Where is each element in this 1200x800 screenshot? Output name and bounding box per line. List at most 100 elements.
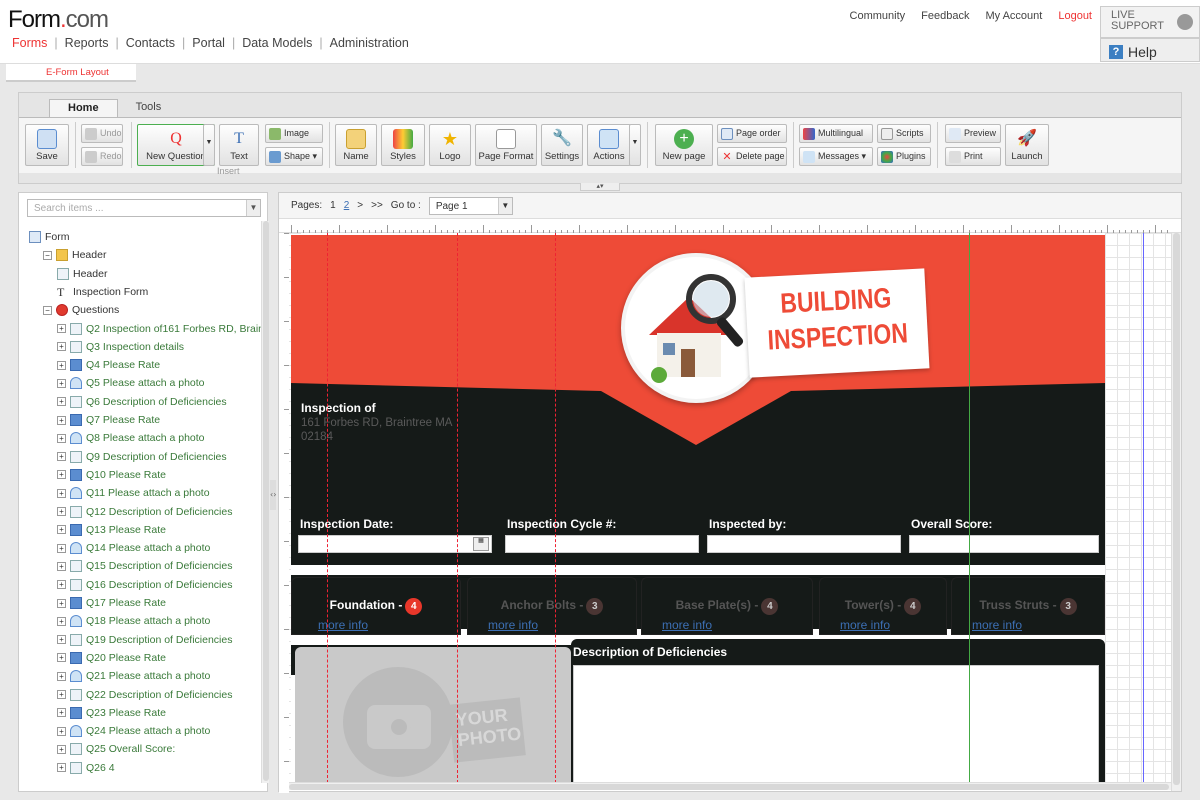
actions-dropdown[interactable]: ▼ (629, 124, 641, 166)
expand-icon[interactable]: + (57, 488, 66, 498)
tree-item-question[interactable]: + Q4 Please Rate (57, 357, 160, 373)
page-link-2[interactable]: 2 (344, 200, 350, 211)
breadcrumb[interactable]: E-Form Layout (6, 64, 136, 82)
expand-icon[interactable]: + (57, 763, 66, 773)
page-order-button[interactable]: Page order (717, 124, 787, 143)
tree-item-question[interactable]: + Q6 Description of Deficiencies (57, 394, 227, 410)
tree-node-questions[interactable]: − Questions (43, 302, 119, 318)
expand-icon[interactable]: + (57, 324, 66, 333)
description-textarea[interactable] (573, 665, 1099, 783)
panel-splitter[interactable]: ‹› (270, 480, 276, 510)
expand-icon[interactable]: + (57, 635, 66, 645)
feedback-link[interactable]: Feedback (921, 10, 969, 22)
sidebar-scrollbar[interactable] (261, 221, 269, 783)
category-tab-anchor-bolts[interactable]: Anchor Bolts -3 more info (467, 577, 637, 635)
chevron-down-icon[interactable]: ▼ (246, 200, 260, 216)
tree-item-question[interactable]: + Q8 Please attach a photo (57, 430, 205, 446)
search-input[interactable]: Search items ... ▼ (27, 199, 261, 217)
preview-button[interactable]: Preview (945, 124, 1001, 143)
category-tab-tower-s[interactable]: Tower(s) -4 more info (819, 577, 947, 635)
redo-button[interactable]: Redo (81, 147, 123, 166)
nav-administration[interactable]: Administration (323, 36, 416, 50)
collapse-icon[interactable]: − (43, 305, 52, 315)
calendar-icon[interactable]: ▦ (473, 537, 489, 551)
expand-icon[interactable]: + (57, 726, 66, 736)
tree-node-header[interactable]: Header (57, 266, 107, 282)
nav-forms[interactable]: Forms (12, 36, 54, 50)
tree-item-question[interactable]: + Q14 Please attach a photo (57, 540, 210, 556)
expand-icon[interactable]: + (57, 598, 66, 608)
inspection-of-value[interactable]: 161 Forbes RD, Braintree MA 02184 (301, 416, 461, 444)
more-info-link[interactable]: more info (662, 618, 712, 632)
settings-button[interactable]: 🔧 Settings (541, 124, 583, 166)
tree-item-question[interactable]: + Q16 Description of Deficiencies (57, 577, 232, 593)
nav-data-models[interactable]: Data Models (235, 36, 319, 50)
expand-icon[interactable]: + (57, 415, 66, 425)
overall-score-input[interactable] (909, 535, 1099, 553)
logo[interactable]: Form.com (8, 6, 109, 34)
page-link-1[interactable]: 1 (330, 200, 336, 211)
tree-item-question[interactable]: + Q22 Description of Deficiencies (57, 687, 232, 703)
expand-icon[interactable]: + (57, 690, 66, 699)
expand-icon[interactable]: + (57, 397, 66, 407)
expand-icon[interactable]: + (57, 342, 66, 352)
live-support-button[interactable]: LIVE SUPPORT (1100, 6, 1200, 38)
delete-page-button[interactable]: ✕ Delete page (717, 147, 787, 166)
layout-guide[interactable] (327, 233, 328, 783)
image-button[interactable]: Image (265, 124, 323, 143)
category-tab-truss-struts[interactable]: Truss Struts -3 more info (951, 577, 1105, 635)
shape-button[interactable]: Shape ▾ (265, 147, 323, 166)
canvas-h-scrollbar[interactable] (289, 782, 1171, 790)
layout-guide[interactable] (457, 233, 458, 783)
tree-item-question[interactable]: + Q26 4 (57, 760, 115, 776)
layout-guide[interactable] (555, 233, 556, 783)
nav-portal[interactable]: Portal (185, 36, 232, 50)
expand-icon[interactable]: + (57, 708, 66, 718)
logo-button[interactable]: ★ Logo (429, 124, 471, 166)
my-account-link[interactable]: My Account (985, 10, 1042, 22)
plugins-button[interactable]: Plugins (877, 147, 931, 166)
logout-link[interactable]: Logout (1058, 10, 1092, 22)
tree-node-inspection-form[interactable]: T Inspection Form (57, 284, 148, 300)
expand-icon[interactable]: + (57, 744, 66, 754)
collapse-icon[interactable]: − (43, 250, 52, 260)
tree-item-question[interactable]: + Q18 Please attach a photo (57, 613, 210, 629)
community-link[interactable]: Community (850, 10, 906, 22)
tree-item-question[interactable]: + Q10 Please Rate (57, 467, 166, 483)
tree-item-question[interactable]: + Q11 Please attach a photo (57, 485, 210, 501)
tree-item-question[interactable]: + Q25 Overall Score: (57, 741, 175, 757)
tree-item-question[interactable]: + Q2 Inspection of161 Forbes RD, Braint (57, 321, 261, 337)
nav-reports[interactable]: Reports (58, 36, 116, 50)
styles-button[interactable]: Styles (381, 124, 425, 166)
tree-item-question[interactable]: + Q24 Please attach a photo (57, 723, 210, 739)
more-info-link[interactable]: more info (488, 618, 538, 632)
tree-item-question[interactable]: + Q5 Please attach a photo (57, 375, 205, 391)
category-tab-base-plate-s[interactable]: Base Plate(s) -4 more info (641, 577, 813, 635)
expand-icon[interactable]: + (57, 470, 66, 480)
expand-icon[interactable]: + (57, 378, 66, 388)
tree-node-form[interactable]: Form (29, 229, 70, 245)
tree-item-question[interactable]: + Q17 Please Rate (57, 595, 166, 611)
expand-icon[interactable]: + (57, 616, 66, 626)
layout-guide[interactable] (969, 233, 970, 783)
tree-item-question[interactable]: + Q23 Please Rate (57, 705, 166, 721)
tree-item-question[interactable]: + Q7 Please Rate (57, 412, 160, 428)
nav-contacts[interactable]: Contacts (119, 36, 182, 50)
actions-button[interactable]: Actions (587, 124, 631, 166)
tree-item-question[interactable]: + Q21 Please attach a photo (57, 668, 210, 684)
tree-item-question[interactable]: + Q3 Inspection details (57, 339, 184, 355)
tree-item-question[interactable]: + Q13 Please Rate (57, 522, 166, 538)
goto-page-select[interactable]: Page 1 ▼ (428, 196, 513, 215)
expand-icon[interactable]: + (57, 653, 66, 663)
expand-icon[interactable]: + (57, 452, 66, 462)
tree-item-question[interactable]: + Q19 Description of Deficiencies (57, 632, 232, 648)
tree-node-header[interactable]: − Header (43, 247, 106, 263)
tab-home[interactable]: Home (49, 99, 118, 117)
messages-button[interactable]: Messages ▾ (799, 147, 873, 166)
expand-icon[interactable]: + (57, 507, 66, 516)
more-info-link[interactable]: more info (318, 618, 368, 632)
print-button[interactable]: Print (945, 147, 1001, 166)
scripts-button[interactable]: Scripts (877, 124, 931, 143)
layout-guide[interactable] (1143, 233, 1144, 783)
tab-tools[interactable]: Tools (118, 99, 180, 117)
